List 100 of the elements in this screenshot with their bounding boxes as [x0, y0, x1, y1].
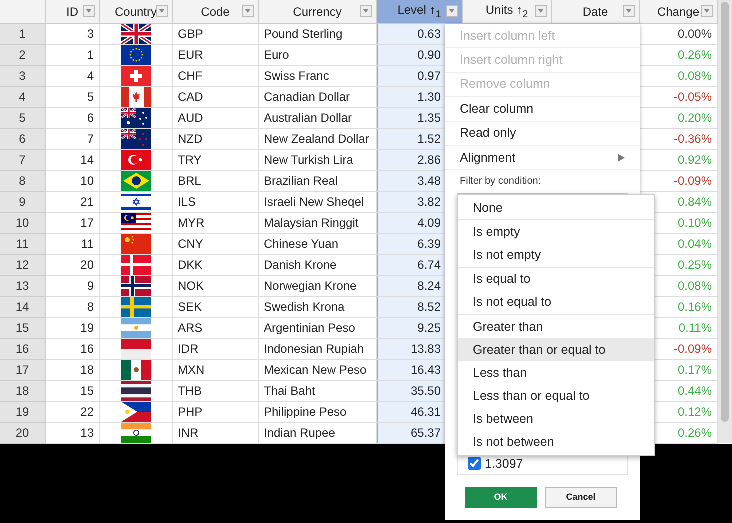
- table-cell: PHP: [173, 402, 259, 423]
- table-cell: NOK: [173, 276, 259, 297]
- column-header[interactable]: Change: [640, 0, 718, 24]
- row-number: 10: [0, 213, 46, 234]
- flag-icon: [120, 339, 152, 359]
- column-header[interactable]: ID: [46, 0, 100, 24]
- menu-item[interactable]: Clear column: [445, 96, 640, 121]
- table-cell: 17: [46, 213, 100, 234]
- flag-icon: [120, 402, 152, 422]
- caret-icon: [363, 9, 369, 13]
- table-cell: 3: [46, 24, 100, 45]
- caret-icon: [86, 9, 92, 13]
- table-cell: NZD: [173, 129, 259, 150]
- caret-icon: [449, 9, 455, 13]
- flag-icon: [120, 213, 152, 233]
- column-header[interactable]: Currency: [259, 0, 377, 24]
- dropdown-button[interactable]: [701, 5, 713, 17]
- table-cell: BRL: [173, 171, 259, 192]
- row-number: 2: [0, 45, 46, 66]
- column-title: Code: [201, 4, 230, 18]
- row-number: 9: [0, 192, 46, 213]
- dropdown-button[interactable]: [156, 5, 168, 17]
- cancel-button[interactable]: Cancel: [545, 486, 617, 508]
- flag-icon: [120, 318, 152, 338]
- value-label: 1.3097: [485, 456, 524, 471]
- caret-icon: [626, 9, 632, 13]
- caret-icon: [538, 9, 544, 13]
- table-cell: 16: [46, 339, 100, 360]
- ok-button[interactable]: OK: [465, 486, 537, 508]
- flag-icon: [120, 360, 152, 380]
- header-corner: [0, 0, 46, 24]
- table-cell: 11: [46, 234, 100, 255]
- menu-item[interactable]: Alignment: [445, 144, 640, 170]
- table-cell: EUR: [173, 45, 259, 66]
- dropdown-button[interactable]: [360, 5, 372, 17]
- column-header[interactable]: Code: [173, 0, 259, 24]
- dropdown-option[interactable]: Greater than or equal to: [458, 338, 654, 362]
- flag-icon: [120, 381, 152, 401]
- table-cell: 7: [46, 129, 100, 150]
- flag-icon: [120, 297, 152, 317]
- row-number: 5: [0, 108, 46, 129]
- flag-icon: [120, 87, 152, 107]
- flag-icon: [120, 45, 152, 65]
- row-number: 19: [0, 402, 46, 423]
- checkbox[interactable]: [468, 457, 481, 470]
- table-cell: ILS: [173, 192, 259, 213]
- table-cell: SEK: [173, 297, 259, 318]
- table-cell: IDR: [173, 339, 259, 360]
- row-number: 16: [0, 339, 46, 360]
- column-header[interactable]: Date: [552, 0, 640, 24]
- dropdown-option[interactable]: Is equal to: [458, 266, 654, 291]
- table-cell: 6: [46, 108, 100, 129]
- flag-icon: [120, 255, 152, 275]
- dropdown-option[interactable]: Is empty: [458, 219, 654, 244]
- column-title: ID: [66, 4, 78, 18]
- table-cell: 21: [46, 192, 100, 213]
- flag-icon: [120, 129, 152, 149]
- flag-icon: [120, 150, 152, 170]
- column-header[interactable]: Country: [100, 0, 173, 24]
- table-cell: 9: [46, 276, 100, 297]
- table-cell: INR: [173, 423, 259, 444]
- table-cell: 13: [46, 423, 100, 444]
- caret-icon: [159, 9, 165, 13]
- column-header[interactable]: Units ↑$_{2}$: [463, 0, 552, 24]
- flag-icon: [120, 24, 152, 44]
- row-number: 11: [0, 234, 46, 255]
- table-cell: CAD: [173, 87, 259, 108]
- table-cell: 18: [46, 360, 100, 381]
- row-number: 1: [0, 24, 46, 45]
- caret-icon: [245, 9, 251, 13]
- dropdown-button[interactable]: [446, 5, 458, 17]
- flag-icon: [120, 66, 152, 86]
- table-cell: 4: [46, 66, 100, 87]
- table-cell: GBP: [173, 24, 259, 45]
- dropdown-button[interactable]: [623, 5, 635, 17]
- table-cell: TRY: [173, 150, 259, 171]
- table-cell: 15: [46, 381, 100, 402]
- table-cell: 1: [46, 45, 100, 66]
- table-cell: 14: [46, 150, 100, 171]
- menu-item[interactable]: Read only: [445, 120, 640, 145]
- dropdown-button[interactable]: [535, 5, 547, 17]
- row-number: 13: [0, 276, 46, 297]
- dropdown-button[interactable]: [83, 5, 95, 17]
- row-number: 15: [0, 318, 46, 339]
- caret-icon: [704, 9, 710, 13]
- flag-icon: [120, 192, 152, 212]
- dropdown-button[interactable]: [242, 5, 254, 17]
- row-number: 18: [0, 381, 46, 402]
- table-cell: THB: [173, 381, 259, 402]
- row-number: 17: [0, 360, 46, 381]
- table-cell: 22: [46, 402, 100, 423]
- flag-icon: [120, 171, 152, 191]
- table-cell: ARS: [173, 318, 259, 339]
- scrollbar[interactable]: [718, 0, 732, 443]
- column-title: Country: [114, 4, 158, 18]
- table-cell: AUD: [173, 108, 259, 129]
- row-number: 14: [0, 297, 46, 318]
- table-cell: 10: [46, 171, 100, 192]
- column-header[interactable]: Level ↑$_{1}$: [377, 0, 463, 24]
- table-cell: CHF: [173, 66, 259, 87]
